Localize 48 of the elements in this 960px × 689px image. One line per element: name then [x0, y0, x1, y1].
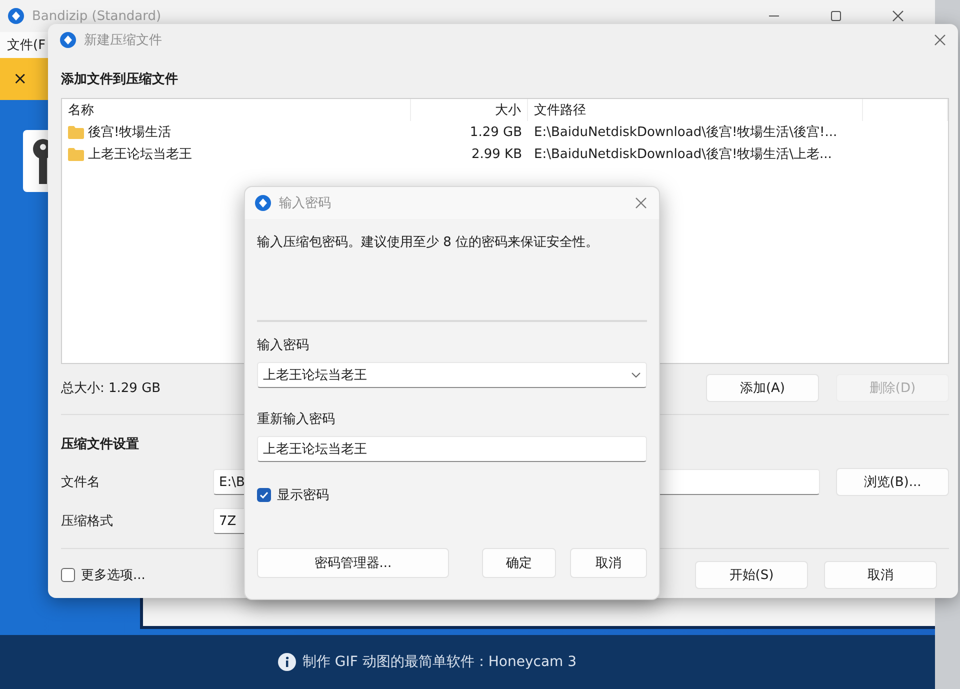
- close-icon[interactable]: [635, 197, 647, 209]
- window-title: Bandizip (Standard): [32, 8, 162, 24]
- close-icon[interactable]: [934, 34, 946, 46]
- button[interactable]: 取消: [824, 561, 937, 589]
- checkbox[interactable]: [61, 568, 75, 582]
- info-icon: [278, 653, 296, 671]
- checkbox-label: 显示密码: [277, 487, 329, 504]
- status-text: 制作 GIF 动图的最简单软件：Honeycam 3: [302, 653, 577, 671]
- total-size: 总大小: 1.29 GB: [61, 380, 161, 397]
- column-header[interactable]: 文件路径: [528, 99, 863, 121]
- file-path: E:\BaiduNetdiskDownload\後宫!牧場生活\後宫!...: [533, 124, 838, 141]
- dialog-title: 输入密码: [279, 195, 331, 212]
- file-name: 上老王论坛当老王: [88, 146, 192, 163]
- section-heading: 添加文件到压缩文件: [61, 70, 178, 88]
- maximize-icon[interactable]: [830, 10, 842, 22]
- folder-icon: [68, 148, 84, 160]
- dialog-title: 新建压缩文件: [84, 32, 162, 49]
- app-logo-icon: [60, 32, 76, 48]
- folder-icon: [68, 126, 84, 138]
- app-logo-icon: [8, 8, 24, 24]
- close-icon[interactable]: [892, 10, 904, 22]
- password-manager-button[interactable]: 密码管理器...: [257, 548, 449, 578]
- description: 输入压缩包密码。建议使用至少 8 位的密码来保证安全性。: [257, 234, 600, 252]
- checkbox-label: 更多选项...: [81, 567, 146, 584]
- section-heading: 压缩文件设置: [61, 436, 139, 453]
- chevron-down-icon: [631, 372, 641, 378]
- app-logo-icon: [255, 195, 271, 211]
- browse-button[interactable]: 浏览(B)...: [836, 468, 949, 496]
- file-path: E:\BaiduNetdiskDownload\後宫!牧場生活\上老...: [533, 146, 833, 163]
- field-label: 输入密码: [257, 337, 309, 354]
- menu-item[interactable]: 文件(F: [7, 36, 46, 54]
- button[interactable]: 取消: [570, 548, 647, 578]
- field-label: 压缩格式: [61, 513, 114, 530]
- file-name: 後宫!牧場生活: [88, 124, 172, 141]
- file-size: 1.29 GB: [468, 124, 523, 140]
- input-field[interactable]: 上老王论坛当老王: [257, 436, 647, 462]
- button[interactable]: 开始(S): [695, 561, 808, 589]
- field-label: 重新输入密码: [257, 411, 335, 428]
- checkmark-icon: [258, 489, 270, 501]
- column-header[interactable]: 名称: [62, 99, 411, 121]
- button[interactable]: 添加(A): [706, 374, 819, 402]
- button[interactable]: 确定: [482, 548, 556, 578]
- file-size: 2.99 KB: [470, 146, 523, 162]
- banner-close[interactable]: ×: [13, 69, 28, 89]
- field-label: 文件名: [61, 474, 101, 491]
- column-header[interactable]: 大小: [411, 99, 528, 121]
- password-combo[interactable]: 上老王论坛当老王: [257, 362, 647, 388]
- checkbox[interactable]: [257, 488, 271, 502]
